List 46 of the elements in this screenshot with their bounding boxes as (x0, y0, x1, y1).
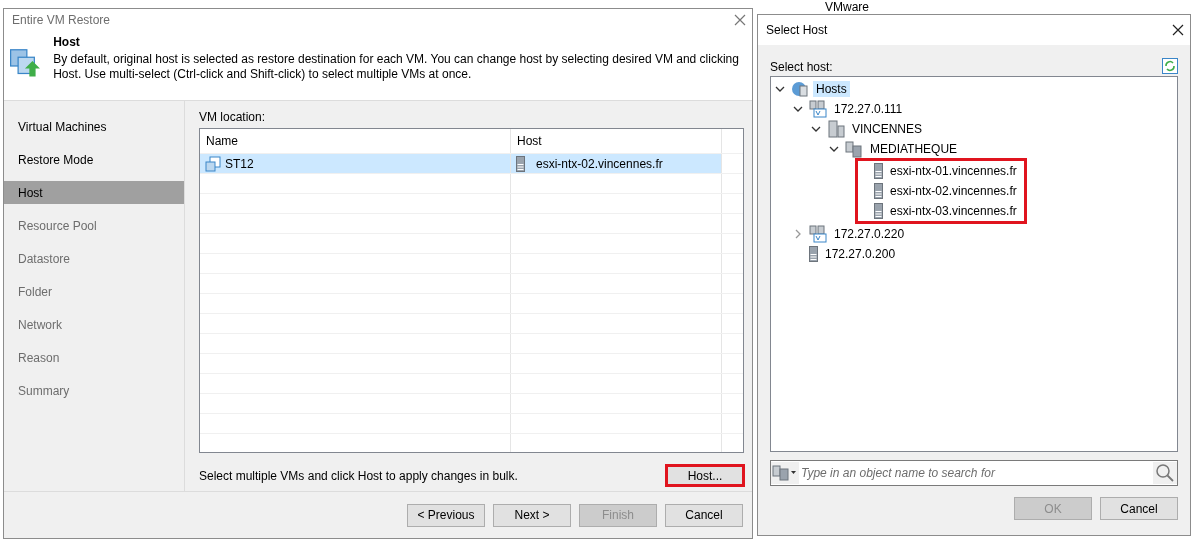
table-cell[interactable]: esxi-ntx-02.vincennes.fr (511, 154, 722, 173)
globe-server-icon (791, 80, 809, 98)
server-icon (516, 155, 525, 172)
column-header[interactable]: Host (511, 129, 722, 153)
wizard-button[interactable]: < Previous (407, 503, 485, 527)
vm-location-label: VM location: (199, 110, 267, 124)
wizard-button[interactable]: Next > (493, 503, 571, 527)
datacenter-icon (827, 120, 845, 138)
column-header[interactable]: Name (200, 129, 511, 153)
vm-icon (205, 155, 221, 172)
tree-item[interactable]: VINCENNES (849, 121, 925, 137)
bulk-hint: Select multiple VMs and click Host to apply changes in bulk. (199, 468, 518, 483)
wizard-button[interactable]: Cancel (665, 503, 743, 527)
tree-item[interactable]: 172.27.0.111 (831, 101, 906, 117)
collapsed-chevron-icon[interactable] (793, 229, 803, 239)
refresh-icon[interactable] (1162, 58, 1178, 74)
server-icon (809, 246, 818, 262)
server-icon (874, 183, 883, 199)
step-title: Host (53, 35, 81, 49)
step-description: By default, original host is selected as restore destination for each VM. You can change host by selecting desired VM and clicking Host. Use multi-select (Ctrl-click and Shift-click) to select multiple VMs at once. (53, 52, 740, 82)
dialog-title: Select Host (766, 23, 828, 37)
host-button[interactable]: Host... (665, 464, 745, 487)
wizard-step[interactable]: Virtual Machines (4, 110, 184, 143)
tree-item[interactable]: esxi-ntx-02.vincennes.fr (887, 183, 1020, 199)
server-icon (874, 163, 883, 179)
column-text: VMware (825, 0, 869, 14)
window-title: Entire VM Restore (12, 13, 111, 27)
wizard-step[interactable]: Restore Mode (4, 143, 184, 176)
tree-item[interactable]: MEDIATHEQUE (867, 141, 961, 157)
close-icon[interactable] (1172, 24, 1184, 36)
vcenter-icon (809, 225, 827, 243)
dialog-button[interactable]: Cancel (1100, 497, 1178, 520)
select-host-label: Select host: (770, 60, 833, 74)
server-icon (874, 203, 883, 219)
search-box[interactable]: Type in an object name to search for (770, 460, 1178, 486)
vcenter-icon (809, 100, 827, 118)
tree-item[interactable]: Hosts (813, 81, 850, 97)
tree-item[interactable]: 172.27.0.220 (831, 226, 908, 242)
cluster-icon (845, 140, 863, 158)
tree-item[interactable]: 172.27.0.200 (822, 246, 899, 262)
tree-item[interactable]: esxi-ntx-03.vincennes.fr (887, 203, 1020, 219)
wizard-step[interactable]: Host (4, 181, 184, 204)
object-type-icon[interactable] (771, 462, 799, 484)
search-icon[interactable] (1153, 462, 1177, 484)
table-cell[interactable]: ST12 (200, 154, 511, 173)
tree-item[interactable]: esxi-ntx-01.vincennes.fr (887, 163, 1020, 179)
